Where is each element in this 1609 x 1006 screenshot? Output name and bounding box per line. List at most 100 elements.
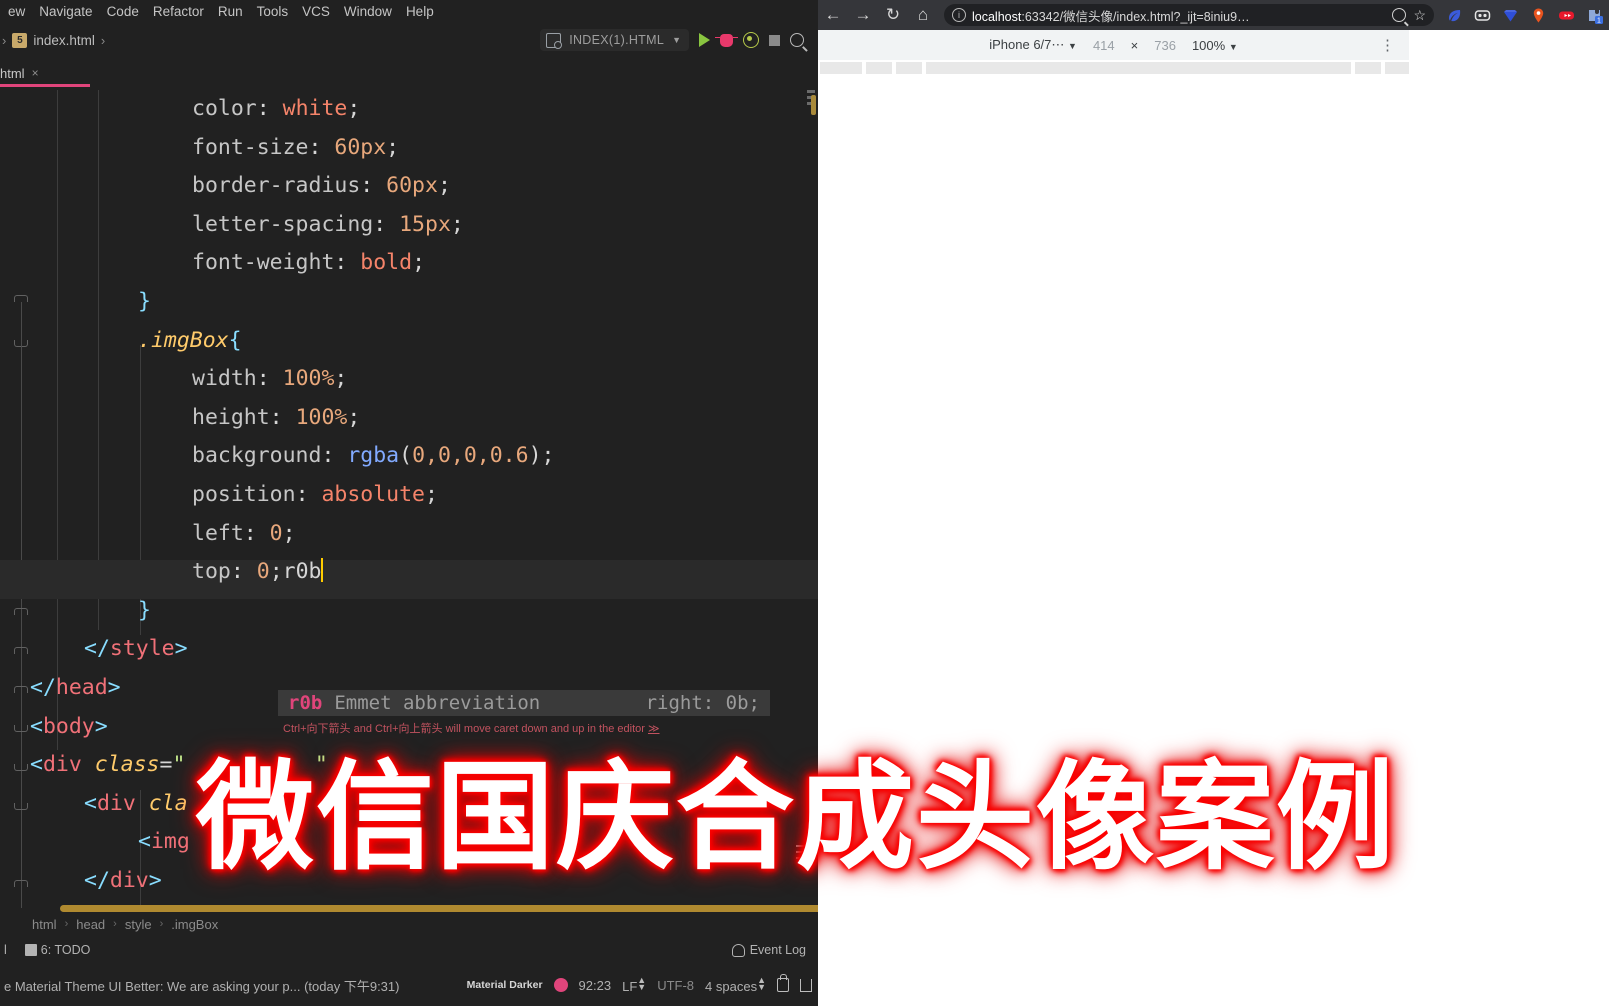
status-message[interactable]: e Material Theme UI Better: We are askin… bbox=[4, 976, 399, 995]
pocket-icon[interactable] bbox=[1474, 7, 1491, 24]
stop-icon[interactable] bbox=[769, 34, 780, 46]
event-log-label: Event Log bbox=[749, 943, 806, 957]
theme-color-dot-icon[interactable] bbox=[553, 978, 568, 992]
leaf-icon[interactable] bbox=[1446, 7, 1463, 24]
ide-run-toolbar: INDEX(1).HTML ▼ bbox=[540, 22, 804, 58]
ide-menubar: ew Navigate Code Refactor Run Tools VCS … bbox=[0, 0, 818, 22]
status-theme[interactable]: Material Darker bbox=[467, 979, 543, 991]
menu-item-navigate[interactable]: Navigate bbox=[39, 4, 92, 19]
status-encoding[interactable]: UTF-8 bbox=[657, 978, 694, 993]
diamond-icon[interactable] bbox=[1502, 7, 1519, 24]
back-button[interactable]: ← bbox=[818, 0, 848, 30]
menu-item-tools[interactable]: Tools bbox=[257, 4, 289, 19]
trash-icon[interactable] bbox=[800, 978, 812, 992]
editor-horizontal-scrollbar[interactable] bbox=[60, 905, 818, 912]
emmet-result: right: 0b; bbox=[645, 692, 760, 714]
structure-crumb-style[interactable]: style bbox=[125, 917, 152, 932]
structure-crumb-html[interactable]: html bbox=[32, 917, 57, 932]
run-icon[interactable] bbox=[699, 33, 710, 47]
bell-icon bbox=[731, 943, 745, 957]
url-path: :63342/微信头像/index.html?_ijt=8iniu9… bbox=[1021, 9, 1250, 24]
chevron-down-icon-2: ▼ bbox=[1228, 41, 1238, 52]
debug-bug-icon[interactable] bbox=[715, 33, 738, 47]
breadcrumb-chevron-icon: › bbox=[2, 32, 7, 48]
toolwindow-left-label[interactable]: l bbox=[4, 943, 7, 957]
home-button[interactable]: ⌂ bbox=[908, 0, 938, 30]
status-line-separator[interactable]: LF▲ ▼ bbox=[622, 974, 647, 994]
breadcrumb: › 5 index.html › bbox=[0, 22, 105, 58]
structure-crumb-imgbox[interactable]: .imgBox bbox=[171, 917, 218, 932]
menu-item-run[interactable]: Run bbox=[218, 4, 243, 19]
search-icon[interactable] bbox=[1392, 8, 1407, 22]
run-config-name: INDEX(1).HTML bbox=[569, 33, 665, 47]
editor-tab-label: html bbox=[0, 65, 25, 81]
device-selector[interactable]: iPhone 6/7⋯ ▼ bbox=[989, 37, 1077, 53]
browser-toolbar: ← → ↻ ⌂ i localhost:63342/微信头像/index.htm… bbox=[818, 0, 1609, 30]
emmet-hint-label: Ctrl+向下箭头 and Ctrl+向上箭头 will move caret … bbox=[283, 723, 645, 735]
run-config-icon bbox=[546, 32, 563, 49]
video-icon[interactable] bbox=[1558, 7, 1575, 24]
tool-window-bar: l 6: TODO Event Log bbox=[0, 936, 818, 964]
active-tab-indicator bbox=[0, 84, 90, 87]
address-bar[interactable]: i localhost:63342/微信头像/index.html?_ijt=8… bbox=[944, 4, 1434, 26]
ide-status-bar: e Material Theme UI Better: We are askin… bbox=[0, 964, 818, 1006]
breadcrumb-chevron-icon-2: › bbox=[100, 32, 106, 48]
event-log-button[interactable]: Event Log bbox=[731, 943, 806, 957]
menu-item-code[interactable]: Code bbox=[107, 4, 139, 19]
times-icon: × bbox=[1130, 37, 1139, 53]
crumb-sep-1: › bbox=[64, 918, 69, 930]
device-height-input[interactable]: 736 bbox=[1154, 38, 1176, 53]
screenshot-root: ew Navigate Code Refactor Run Tools VCS … bbox=[0, 0, 1609, 1006]
extension-badge-icon[interactable]: 1 bbox=[1586, 7, 1603, 24]
menu-item-help[interactable]: Help bbox=[406, 4, 434, 19]
emmet-abbr-text: r0b bbox=[288, 692, 323, 714]
forward-button[interactable]: → bbox=[848, 0, 878, 30]
status-caret-position[interactable]: 92:23 bbox=[579, 978, 612, 993]
updown-icon-2: ▲ ▼ bbox=[757, 974, 766, 992]
emmet-abbreviation-tooltip: r0b Emmet abbreviation right: 0b; bbox=[278, 690, 770, 716]
device-mode-toolbar: iPhone 6/7⋯ ▼ 414 × 736 100% ▼ ⋮ bbox=[818, 30, 1409, 60]
location-pin-icon[interactable] bbox=[1530, 7, 1547, 24]
lock-icon[interactable] bbox=[777, 974, 789, 992]
editor-tabstrip: html × bbox=[0, 58, 818, 88]
breadcrumb-file-name[interactable]: index.html bbox=[33, 33, 95, 48]
search-icon[interactable] bbox=[790, 33, 804, 47]
chevron-down-icon: ▼ bbox=[672, 35, 681, 45]
run-configuration-selector[interactable]: INDEX(1).HTML ▼ bbox=[540, 29, 689, 51]
toolwindow-todo[interactable]: 6: TODO bbox=[24, 943, 91, 957]
crumb-sep-2: › bbox=[113, 918, 117, 930]
updown-icon: ▲ ▼ bbox=[637, 974, 647, 992]
video-overlay-title: 微信国庆合成头像案例 bbox=[196, 748, 1397, 886]
address-bar-url: localhost:63342/微信头像/index.html?_ijt=8in… bbox=[972, 6, 1386, 25]
structure-crumb-head[interactable]: head bbox=[76, 917, 105, 932]
menu-item-window[interactable]: Window bbox=[344, 4, 392, 19]
crumb-sep-3: › bbox=[159, 918, 164, 930]
bookmark-star-icon[interactable]: ☆ bbox=[1413, 7, 1426, 24]
menu-item-vcs[interactable]: VCS bbox=[302, 4, 330, 19]
emmet-hint-link[interactable]: ≫ bbox=[648, 723, 660, 735]
reload-button[interactable]: ↻ bbox=[878, 0, 908, 30]
site-info-icon[interactable]: i bbox=[952, 8, 966, 22]
todo-icon bbox=[24, 944, 37, 956]
editor-scrollbar-thumb[interactable] bbox=[811, 95, 816, 115]
ide-navigation-bar: › 5 index.html › INDEX(1).HTML ▼ bbox=[0, 22, 818, 58]
menu-item-window-prev[interactable]: ew bbox=[8, 4, 25, 19]
extension-icons: 1 bbox=[1440, 7, 1609, 24]
html5-file-icon: 5 bbox=[12, 32, 28, 48]
svg-text:1: 1 bbox=[1597, 17, 1601, 24]
emmet-label: Emmet abbreviation bbox=[334, 692, 541, 714]
menu-item-refactor[interactable]: Refactor bbox=[153, 4, 204, 19]
device-width-input[interactable]: 414 bbox=[1093, 38, 1115, 53]
url-host: localhost bbox=[972, 9, 1022, 24]
device-ruler bbox=[818, 60, 1409, 76]
device-zoom-selector[interactable]: 100% ▼ bbox=[1192, 38, 1238, 53]
coverage-icon[interactable] bbox=[743, 32, 759, 48]
device-toolbar-kebab-icon[interactable]: ⋮ bbox=[1380, 36, 1395, 54]
close-icon[interactable]: × bbox=[32, 66, 39, 80]
status-right-group: Material Darker 92:23 LF▲ ▼ UTF-8 4 space… bbox=[467, 974, 812, 994]
emmet-hint-text: Ctrl+向下箭头 and Ctrl+向上箭头 will move caret … bbox=[283, 720, 660, 736]
chevron-down-icon: ▼ bbox=[1068, 41, 1077, 51]
todo-label: 6: TODO bbox=[40, 943, 91, 957]
code-structure-breadcrumb: html › head › style › .imgBox bbox=[0, 912, 818, 936]
status-indent[interactable]: 4 spaces▲ ▼ bbox=[705, 974, 766, 994]
